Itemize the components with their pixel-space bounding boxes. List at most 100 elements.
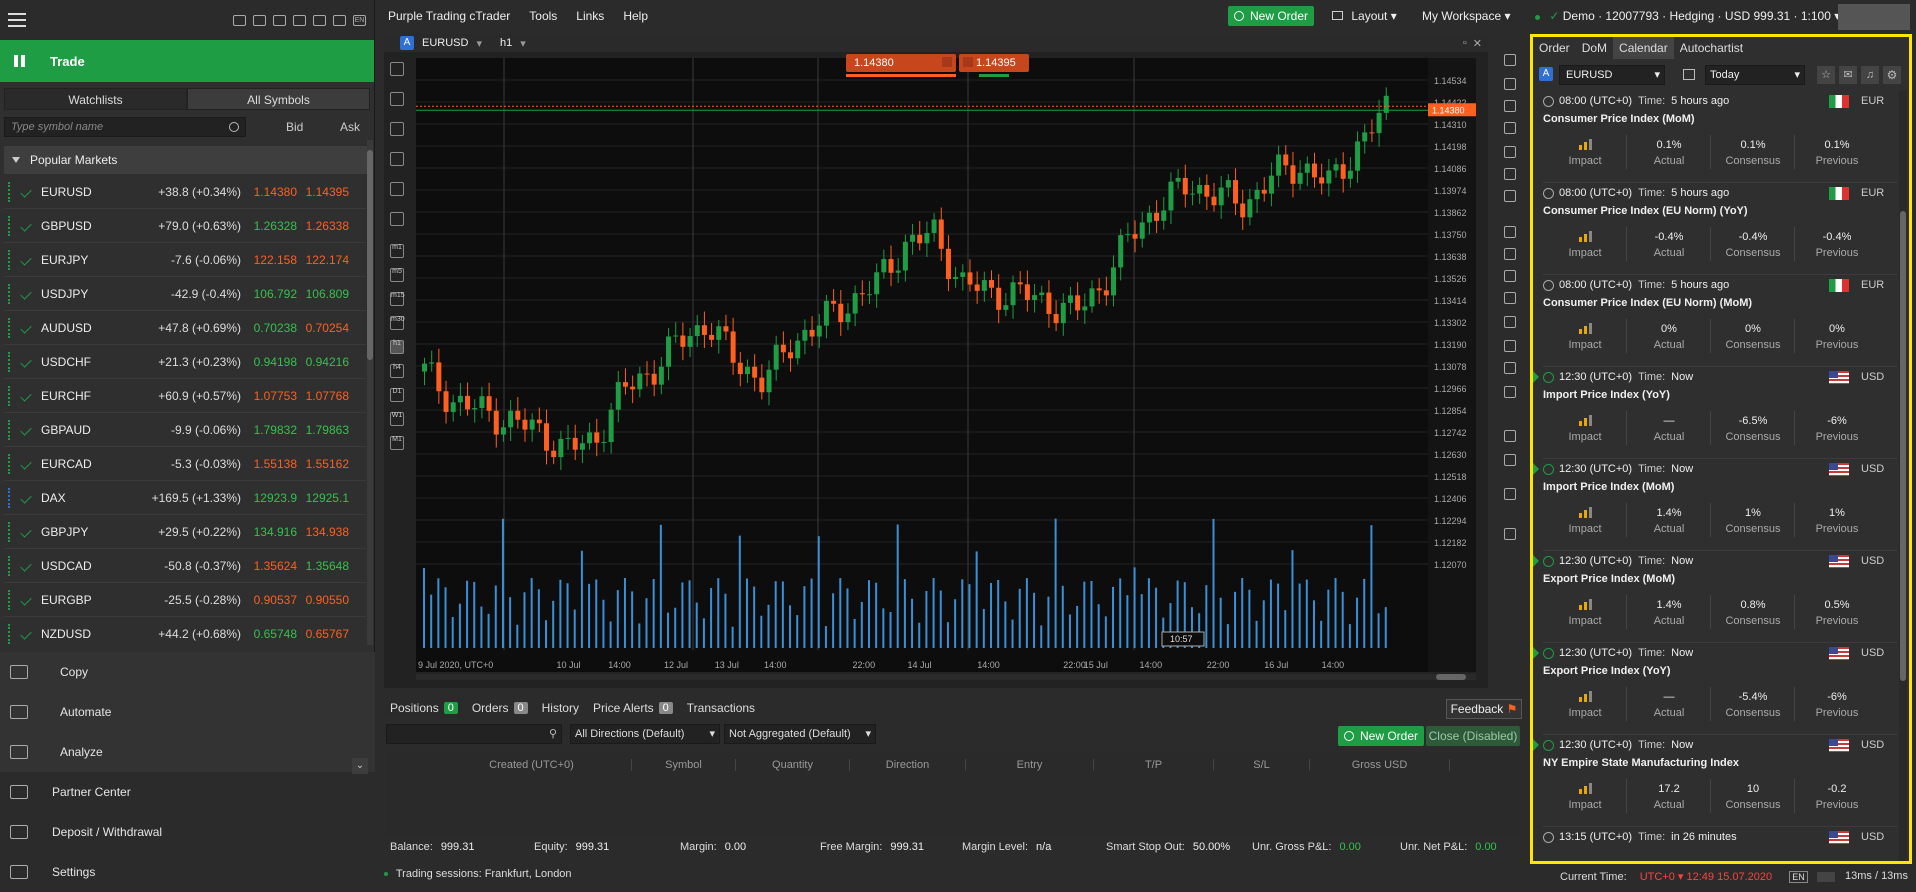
drag-handle-icon[interactable]: [8, 453, 11, 474]
menu-links[interactable]: Links: [576, 9, 604, 23]
calendar-period-select[interactable]: Today ▾: [1705, 65, 1805, 85]
pen-icon[interactable]: [1504, 270, 1516, 282]
symbol-bid[interactable]: 0.70238: [241, 321, 297, 335]
chevron-down-icon[interactable]: ⌄: [352, 758, 368, 774]
symbol-ask[interactable]: 1.14395: [297, 185, 349, 199]
panel-icon[interactable]: [1504, 78, 1516, 90]
symbol-bid[interactable]: 0.65748: [241, 627, 297, 641]
symbol-bid[interactable]: 1.07753: [241, 389, 297, 403]
symbol-ask[interactable]: 134.938: [297, 525, 349, 539]
column-header[interactable]: Entry: [966, 759, 1094, 771]
calendar-event[interactable]: 12:30 (UTC+0) Time: Now USD NY Empire State …: [1533, 735, 1897, 827]
positions-search-input[interactable]: ⚲: [386, 724, 562, 744]
symbol-bid[interactable]: 0.90537: [241, 593, 297, 607]
new-order-button[interactable]: New Order: [1228, 6, 1314, 26]
drag-handle-icon[interactable]: [8, 317, 11, 338]
drag-handle-icon[interactable]: [8, 521, 11, 542]
column-header[interactable]: S/L: [1214, 759, 1310, 771]
column-header[interactable]: Created (UTC+0): [432, 759, 632, 771]
symbol-ask[interactable]: 122.174: [297, 253, 349, 267]
timezone-selector[interactable]: UTC+0: [1640, 871, 1675, 883]
symbol-row[interactable]: GBPAUD -9.9 (-0.06%) 1.79832 1.79863: [4, 413, 366, 447]
column-header[interactable]: Gross USD: [1310, 759, 1450, 771]
mail-icon[interactable]: ✉: [1839, 66, 1857, 84]
symbol-ask[interactable]: 12925.1: [297, 491, 349, 505]
drag-handle-icon[interactable]: [8, 555, 11, 576]
calendar-icon[interactable]: [1683, 69, 1695, 80]
symbol-ask[interactable]: 1.79863: [297, 423, 349, 437]
menu-item-copy[interactable]: Copy: [0, 652, 375, 692]
direction-filter[interactable]: All Directions (Default) ▾: [570, 724, 720, 744]
language-icon[interactable]: EN: [353, 14, 366, 26]
camera-icon[interactable]: [1504, 488, 1516, 500]
calendar-symbol-select[interactable]: EURUSD ▾: [1559, 65, 1665, 85]
calendar-a-icon[interactable]: A: [1539, 67, 1553, 81]
calendar-event[interactable]: 12:30 (UTC+0) Time: Now USD Export Price Ind…: [1533, 551, 1897, 643]
arrow-up-icon[interactable]: [1504, 362, 1516, 374]
chart-scrollbar[interactable]: [416, 674, 1476, 680]
symbol-bid[interactable]: 106.792: [241, 287, 297, 301]
symbol-row[interactable]: USDJPY -42.9 (-0.4%) 106.792 106.809: [4, 277, 366, 311]
calendar-event[interactable]: 12:30 (UTC+0) Time: Now USD Import Price Ind…: [1533, 459, 1897, 551]
symbol-list-scrollbar[interactable]: [367, 140, 373, 645]
drag-handle-icon[interactable]: [8, 181, 11, 202]
tab-autochartist[interactable]: Autochartist: [1674, 37, 1749, 59]
column-header[interactable]: T/P: [1094, 759, 1214, 771]
chart-scroll-thumb[interactable]: [1436, 674, 1466, 680]
text-icon[interactable]: [1504, 386, 1516, 398]
bottom-new-order-button[interactable]: New Order: [1338, 726, 1424, 746]
drag-handle-icon[interactable]: [8, 487, 11, 508]
gear-icon[interactable]: ⚙: [1883, 66, 1901, 84]
symbol-row[interactable]: USDCHF +21.3 (+0.23%) 0.94198 0.94216: [4, 345, 366, 379]
calendar-event[interactable]: 13:15 (UTC+0) Time: in 26 minutes USD: [1543, 827, 1897, 851]
layout-button[interactable]: Layout ▾: [1332, 9, 1397, 23]
hamburger-menu-icon[interactable]: [8, 13, 26, 27]
keyboard-icon[interactable]: [1816, 872, 1835, 883]
symbol-row[interactable]: EURUSD +38.8 (+0.34%) 1.14380 1.14395: [4, 175, 366, 209]
symbol-ask[interactable]: 1.35648: [297, 559, 349, 573]
tab-calendar[interactable]: Calendar: [1613, 37, 1674, 59]
menu-tools[interactable]: Tools: [529, 9, 557, 23]
brush-icon[interactable]: [1504, 248, 1516, 260]
bell-icon[interactable]: [1504, 528, 1516, 540]
symbol-row[interactable]: EURCAD -5.3 (-0.03%) 1.55138 1.55162: [4, 447, 366, 481]
menu-item-partner-center[interactable]: Partner Center: [0, 772, 375, 812]
symbol-bid[interactable]: 1.55138: [241, 457, 297, 471]
line-icon[interactable]: [1504, 226, 1516, 238]
symbol-bid[interactable]: 0.94198: [241, 355, 297, 369]
circle-icon[interactable]: [1504, 454, 1516, 466]
symbol-row[interactable]: AUDUSD +47.8 (+0.69%) 0.70238 0.70254: [4, 311, 366, 345]
drag-handle-icon[interactable]: [8, 215, 11, 236]
trade-nav-item[interactable]: Trade: [0, 40, 374, 82]
hline-icon[interactable]: [1504, 316, 1516, 328]
aggregation-filter[interactable]: Not Aggregated (Default) ▾: [724, 724, 876, 744]
list-icon[interactable]: [1504, 122, 1516, 134]
symbol-ask[interactable]: 106.809: [297, 287, 349, 301]
panel2-icon[interactable]: [1504, 100, 1516, 112]
symbol-ask[interactable]: 0.70254: [297, 321, 349, 335]
symbol-ask[interactable]: 1.26338: [297, 219, 349, 233]
pencil-icon[interactable]: [1504, 292, 1516, 304]
close-all-button[interactable]: Close (Disabled): [1426, 726, 1520, 746]
price-chart[interactable]: 1.145341.144221.143101.141981.140861.139…: [384, 52, 1484, 688]
menu-item-automate[interactable]: Automate: [0, 692, 375, 732]
menu-item-deposit-withdrawal[interactable]: Deposit / Withdrawal: [0, 812, 375, 852]
language-icon[interactable]: EN: [1789, 871, 1808, 883]
symbol-ask[interactable]: 1.07768: [297, 389, 349, 403]
calendar-event[interactable]: 12:30 (UTC+0) Time: Now USD Export Price Ind…: [1533, 643, 1897, 735]
calendar-event[interactable]: 08:00 (UTC+0) Time: 5 hours ago EUR Consumer…: [1543, 275, 1897, 367]
tab-price-alerts[interactable]: Price Alerts 0: [589, 699, 677, 717]
tab-order[interactable]: Order: [1533, 37, 1576, 59]
rectangle-icon[interactable]: [1504, 340, 1516, 352]
symbol-row[interactable]: EURJPY -7.6 (-0.06%) 122.158 122.174: [4, 243, 366, 277]
grid-icon[interactable]: [1504, 54, 1516, 66]
drag-handle-icon[interactable]: [8, 589, 11, 610]
workspace-button[interactable]: My Workspace ▾: [1422, 9, 1511, 23]
symbol-ask[interactable]: 1.55162: [297, 457, 349, 471]
symbol-row[interactable]: EURGBP -25.5 (-0.28%) 0.90537 0.90550: [4, 583, 366, 617]
symbol-ask[interactable]: 0.90550: [297, 593, 349, 607]
bell-icon[interactable]: ♫: [1861, 66, 1879, 84]
chart-a-icon[interactable]: A: [400, 36, 414, 50]
symbol-row[interactable]: GBPJPY +29.5 (+0.22%) 134.916 134.938: [4, 515, 366, 549]
symbol-bid[interactable]: 122.158: [241, 253, 297, 267]
